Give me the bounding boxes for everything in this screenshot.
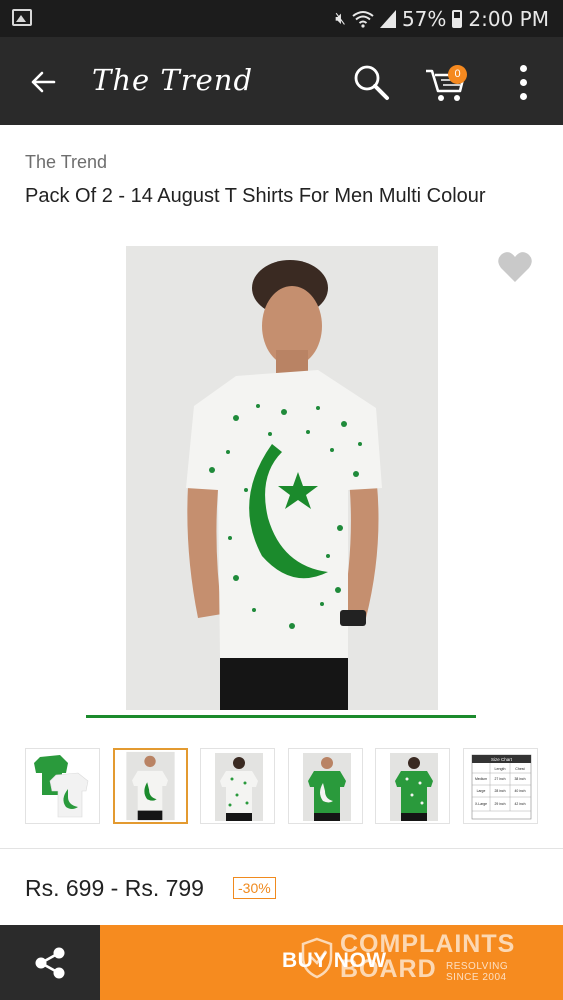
watermark-since: SINCE 2004 [446,972,507,983]
section-divider [0,848,563,849]
price-range: Rs. 699 - Rs. 799 [25,875,204,901]
watermark-line2: BOARD [340,955,437,983]
battery-icon [452,9,463,28]
share-icon [35,947,65,978]
thumb-size-chart: Size Chart Length Chest Medium 27 inch 3… [471,754,532,820]
share-button[interactable] [0,925,100,1000]
status-icons: 🔇︎ 57% 2:00 PM [335,5,549,32]
size-chart-cell: Medium [475,777,487,781]
size-chart-cell: Large [477,789,486,793]
size-chart-cell: 42 inch [515,802,526,806]
app-title: The Trend [92,63,254,97]
thumbnail-5[interactable] [375,748,450,824]
clock: 2:00 PM [468,6,549,31]
model-photo-illustration [186,260,382,710]
watermark: COMPLAINTS BOARD RESOLVING SINCE 2004 [300,931,520,995]
thumb-green-white-shirts [34,755,89,818]
search-button[interactable] [348,59,394,105]
watermark-line3: RESOLVING SINCE 2004 [446,961,508,983]
more-vertical-icon-dot [519,64,527,72]
size-chart-cell: 38 inch [515,777,526,781]
thumb-model-green-front [303,753,351,821]
thumbnail-3[interactable] [200,748,275,824]
size-chart-cell: 27 inch [495,777,506,781]
back-button[interactable] [22,61,64,103]
search-icon [354,65,389,100]
size-chart-title: Size Chart [491,757,513,762]
heart-icon [498,252,532,282]
product-main-image[interactable] [86,238,478,718]
wifi-icon [352,10,374,28]
size-chart-cell: X-Large [475,802,487,806]
thumb-model-green-back [390,753,438,821]
size-chart-cell: 28 inch [495,789,506,793]
product-title: Pack Of 2 - 14 August T Shirts For Men M… [25,185,486,207]
app-bar: The Trend 0 [0,37,563,125]
watermark-resolving: RESOLVING [446,961,509,972]
thumbnail-6[interactable]: Size Chart Length Chest Medium 27 inch 3… [463,748,538,824]
buy-now-button[interactable]: BUY NOW COMPLAINTS BOARD RESOLVING SINCE… [100,925,563,1000]
mute-icon: 🔇︎ [335,8,346,29]
thumbnail-4[interactable] [288,748,363,824]
battery-percent: 57% [401,6,447,31]
thumbnail-2[interactable] [113,748,188,824]
thumbnail-strip: Size Chart Length Chest Medium 27 inch 3… [25,748,538,824]
size-chart-header: Length [495,767,506,771]
cart-count-badge: 0 [448,65,467,84]
thumbnail-1[interactable] [25,748,100,824]
thumb-model-white-front [126,751,175,821]
thumb-model-white-back [215,753,263,821]
signal-icon [379,9,396,28]
size-chart-cell: 29 inch [495,802,506,806]
discount-badge: -30% [233,877,276,899]
back-arrow-icon [31,71,56,93]
size-chart-header: Chest [515,767,524,771]
status-bar: 🔇︎ 57% 2:00 PM [0,0,563,37]
image-underline [86,715,476,718]
favorite-button[interactable] [497,250,533,284]
more-options-button[interactable] [508,59,538,105]
shield-icon [301,937,333,979]
bottom-action-bar: BUY NOW COMPLAINTS BOARD RESOLVING SINCE… [0,925,563,1000]
more-vertical-icon-dot [519,78,527,86]
more-vertical-icon-dot [519,92,527,100]
product-brand[interactable]: The Trend [25,152,107,173]
watermark-line1: COMPLAINTS [340,930,516,958]
cart-button[interactable]: 0 [424,61,470,105]
photo-icon [12,9,32,26]
size-chart-cell: 40 inch [515,789,526,793]
